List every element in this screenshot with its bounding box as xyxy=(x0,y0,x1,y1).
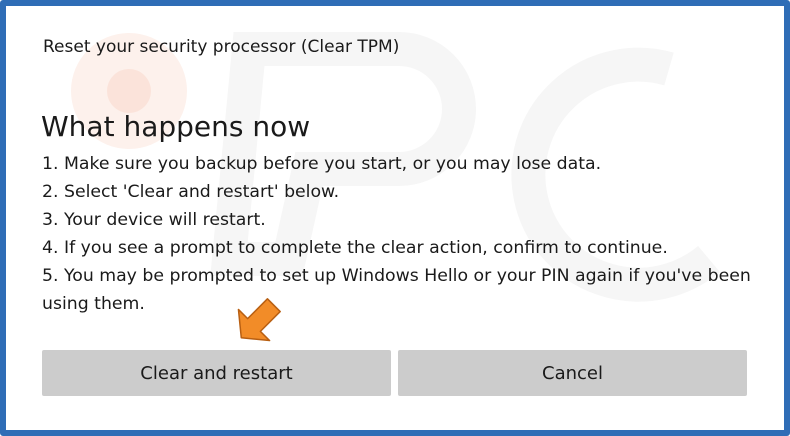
instruction-step-4: 4. If you see a prompt to complete the c… xyxy=(42,238,668,258)
section-heading: What happens now xyxy=(41,110,311,143)
instruction-step-2: 2. Select 'Clear and restart' below. xyxy=(42,182,340,202)
instruction-step-5: 5. You may be prompted to set up Windows… xyxy=(42,266,751,314)
instruction-list: 1. Make sure you backup before you start… xyxy=(42,150,762,318)
dialog-title: Reset your security processor (Clear TPM… xyxy=(43,37,400,57)
clear-and-restart-button[interactable]: Clear and restart xyxy=(42,350,391,396)
clear-tpm-dialog: Reset your security processor (Clear TPM… xyxy=(9,9,781,427)
cancel-button[interactable]: Cancel xyxy=(398,350,747,396)
instruction-step-3: 3. Your device will restart. xyxy=(42,210,266,230)
instruction-step-1: 1. Make sure you backup before you start… xyxy=(42,154,602,174)
